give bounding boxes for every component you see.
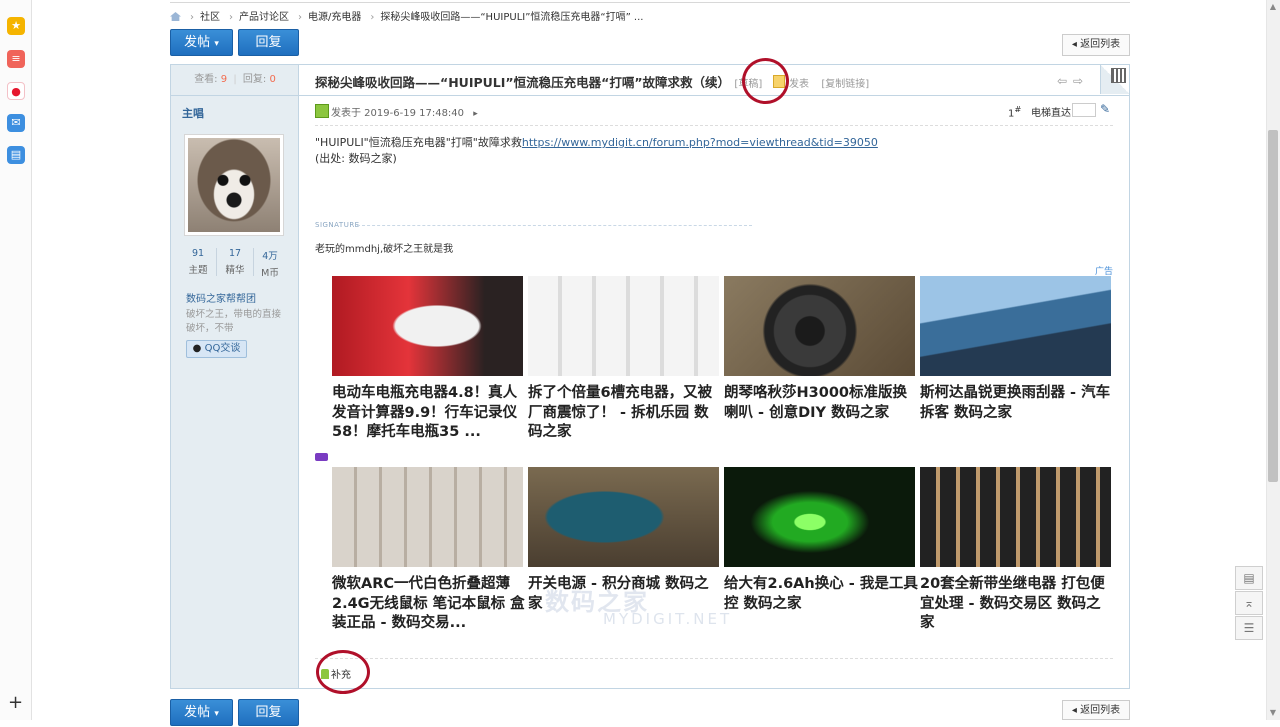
ad-thumbnail[interactable] — [920, 467, 1111, 567]
back-to-list-button[interactable]: ◂ 返回列表 — [1062, 34, 1130, 56]
ad-title[interactable]: 给大有2.6Ah换心 - 我是工具控 数码之家 — [724, 575, 918, 614]
new-post-button[interactable]: 发帖 ▾ — [170, 29, 233, 56]
stat-value[interactable]: 91 — [180, 248, 216, 259]
reply-button-bottom[interactable]: 回复 — [238, 699, 299, 726]
ad-thumbnail[interactable] — [528, 467, 719, 567]
avatar-image — [188, 138, 280, 232]
content-divider — [315, 125, 1113, 126]
annotation-circle — [742, 58, 789, 104]
avatar[interactable] — [184, 134, 284, 236]
ad-thumbnail[interactable] — [724, 467, 915, 567]
back-to-list-button-bottom[interactable]: ◂ 返回列表 — [1062, 700, 1130, 720]
online-status-icon — [315, 104, 329, 118]
floor-number: 1# — [1008, 104, 1022, 120]
stat-label: 主题 — [188, 265, 208, 276]
weibo-icon[interactable]: ● — [7, 82, 25, 100]
ad-badge-icon — [315, 453, 328, 461]
floor-jump-input[interactable] — [1072, 103, 1096, 117]
post-content: "HUIPULI"恒流稳压充电器"打嗝"故障求救https://www.mydi… — [315, 135, 1105, 167]
notes-icon[interactable]: ≡ — [7, 50, 25, 68]
wrench-icon[interactable]: ✎ — [1100, 102, 1110, 116]
ad-title[interactable]: 微软ARC一代白色折叠超薄2.4G无线鼠标 笔记本鼠标 盒装正品 - 数码交易.… — [332, 575, 526, 634]
annotation-circle — [316, 650, 370, 694]
footer-divider — [315, 658, 1113, 659]
breadcrumb: › 社区 › 产品讨论区 › 电源/充电器 › 探秘尖峰吸收回路——“HUIPULI”恒流稳压… — [170, 8, 646, 26]
post-header-divider — [171, 95, 1129, 96]
next-thread-icon[interactable]: ⇨ — [1073, 74, 1083, 88]
mail-icon[interactable]: ✉ — [7, 114, 25, 132]
user-group[interactable]: 数码之家帮帮团 — [186, 290, 256, 305]
ad-thumbnail[interactable] — [332, 276, 523, 376]
comment-tool-icon[interactable]: ▤ — [1235, 566, 1263, 590]
author-name[interactable]: 主唱 — [182, 105, 204, 121]
breadcrumb-item[interactable]: 电源/充电器 — [308, 12, 361, 23]
ad-title[interactable]: 电动车电瓶充电器4.8！真人发音计算器9.9！行车记录仪58！摩托车电瓶35 .… — [332, 384, 526, 443]
breadcrumb-current[interactable]: 探秘尖峰吸收回路——“HUIPULI”恒流稳压充电器“打嗝” ... — [380, 12, 643, 23]
ad-thumbnail[interactable] — [920, 276, 1111, 376]
thread-link[interactable]: https://www.mydigit.cn/forum.php?mod=vie… — [522, 136, 878, 149]
qrcode-corner[interactable] — [1100, 65, 1129, 94]
ad-title[interactable]: 朗琴咯秋莎H3000标准版换喇叭 - 创意DIY 数码之家 — [724, 384, 918, 423]
author-signature: 破坏之王，带电的直接破坏，不带 — [186, 309, 282, 334]
stat-label: M币 — [261, 268, 279, 279]
thread-stats: 查看: 9 | 回复: 0 — [194, 74, 276, 85]
browser-sidebar — [0, 0, 32, 720]
document-icon[interactable]: ▤ — [7, 146, 25, 164]
signature-divider — [357, 225, 752, 226]
ad-thumbnail[interactable] — [332, 467, 523, 567]
ad-thumbnail[interactable] — [724, 276, 915, 376]
scroll-up-icon[interactable]: ▲ — [1268, 2, 1278, 11]
content-source: (出处: 数码之家) — [315, 152, 397, 165]
list-tool-icon[interactable]: ☰ — [1235, 616, 1263, 640]
ad-title[interactable]: 拆了个倍量6槽充电器，又被厂商震惊了！ - 拆机乐园 数码之家 — [528, 384, 722, 443]
qq-chat-button[interactable]: ● QQ交谈 — [186, 340, 247, 358]
ad-title[interactable]: 斯柯达晶锐更换雨刮器 - 汽车拆客 数码之家 — [920, 384, 1114, 423]
new-post-button-bottom[interactable]: 发帖 ▾ — [170, 699, 233, 726]
content-text: "HUIPULI"恒流稳压充电器"打嗝"故障求救 — [315, 136, 522, 149]
post-meta: 发表于 2019-6-19 17:48:40 ▸ — [315, 104, 478, 119]
publish-link[interactable]: 发表 — [789, 79, 809, 90]
post-meta-arrow[interactable]: ▸ — [473, 109, 478, 119]
stat-value[interactable]: 4万 — [252, 248, 288, 262]
stat-value[interactable]: 17 — [217, 248, 253, 259]
breadcrumb-item[interactable]: 社区 — [200, 12, 220, 23]
back-to-top-icon[interactable]: ⌅ — [1235, 591, 1263, 615]
scroll-down-icon[interactable]: ▼ — [1268, 708, 1278, 717]
watermark-subtitle: MYDIGIT.NET — [603, 610, 733, 628]
signature-label: SIGNATURE — [315, 221, 360, 229]
prev-thread-icon[interactable]: ⇦ — [1057, 74, 1067, 88]
ad-title[interactable]: 20套全新带坐继电器 打包便宜处理 - 数码交易区 数码之家 — [920, 575, 1114, 634]
reply-button[interactable]: 回复 — [238, 29, 299, 56]
header-divider — [170, 0, 1130, 3]
scrollbar-thumb[interactable] — [1268, 130, 1278, 482]
home-icon[interactable] — [170, 12, 181, 21]
favorites-star-icon[interactable]: ★ — [7, 17, 25, 35]
breadcrumb-item[interactable]: 产品讨论区 — [239, 12, 289, 23]
add-panel-icon[interactable]: + — [8, 694, 23, 712]
jump-label: 电梯直达 — [1031, 108, 1071, 119]
qq-icon: ● — [192, 343, 202, 354]
ad-thumbnail[interactable] — [528, 276, 719, 376]
signature-text: 老玩的mmdhj,破坏之王就是我 — [315, 244, 454, 255]
copy-link-button[interactable]: [复制链接] — [821, 79, 869, 90]
qrcode-icon — [1111, 68, 1126, 83]
stat-label: 精华 — [225, 265, 245, 276]
